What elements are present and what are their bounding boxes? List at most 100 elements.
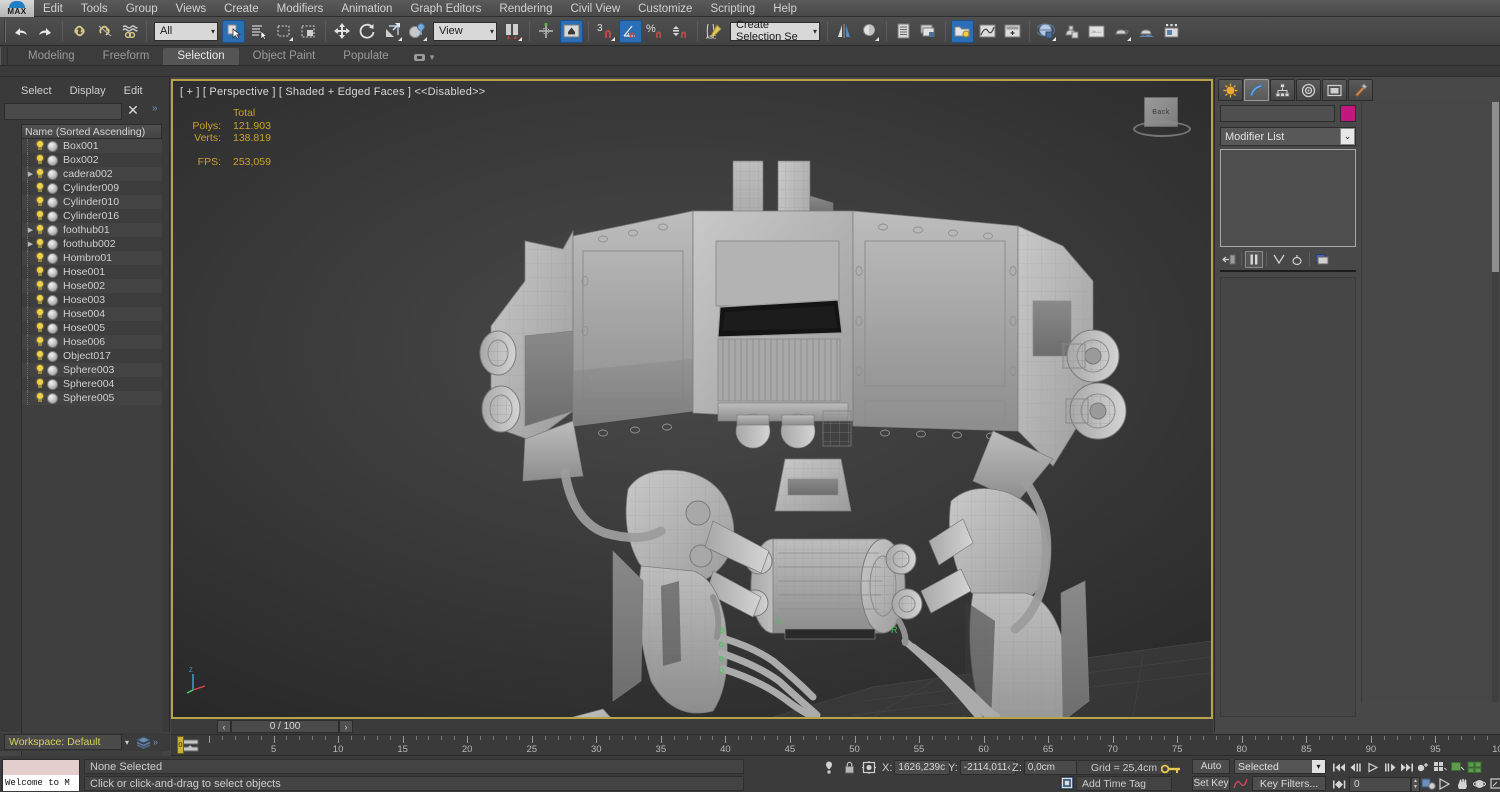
- isolate-selection-icon[interactable]: [822, 761, 836, 774]
- track-bar-ruler[interactable]: 5 10 15 20 25 30 35 40 45 50 55 60 65 70 75 80 85 90 95 100: [209, 735, 1500, 757]
- key-mode-toggle-icon[interactable]: [1415, 759, 1432, 775]
- previous-frame-icon[interactable]: [1347, 759, 1364, 775]
- mirror-icon[interactable]: [833, 20, 856, 43]
- lightbulb-icon[interactable]: [35, 182, 45, 194]
- menu-item-create[interactable]: Create: [215, 0, 268, 17]
- ribbon-tab-populate[interactable]: Populate: [329, 48, 402, 65]
- material-editor-icon[interactable]: [1035, 20, 1058, 43]
- current-frame-field[interactable]: 0: [1349, 776, 1411, 792]
- command-panel-rollout-area[interactable]: [1220, 277, 1356, 717]
- hierarchy-tab[interactable]: [1270, 79, 1295, 101]
- time-configuration-icon[interactable]: [1432, 759, 1449, 775]
- menu-item-help[interactable]: Help: [764, 0, 806, 17]
- display-tab[interactable]: [1322, 79, 1347, 101]
- chevron-down-icon-modifier[interactable]: ⌄: [1340, 128, 1355, 145]
- time-slider-frame-display[interactable]: 0 / 100: [231, 720, 339, 733]
- frame-spinner[interactable]: ▲ ▼: [1411, 776, 1420, 792]
- list-item[interactable]: Hose002: [22, 279, 162, 293]
- view-cube-compass-ring[interactable]: [1133, 121, 1191, 137]
- menu-item-civil-view[interactable]: Civil View: [561, 0, 629, 17]
- modifier-list-dropdown[interactable]: Modifier List ⌄: [1220, 127, 1356, 146]
- menu-item-customize[interactable]: Customize: [629, 0, 701, 17]
- motion-tab[interactable]: [1296, 79, 1321, 101]
- toggle-scene-explorer-icon[interactable]: [951, 19, 974, 43]
- select-and-scale-icon[interactable]: [381, 20, 404, 43]
- pan-hand-icon[interactable]: [1454, 776, 1471, 792]
- make-unique-icon[interactable]: [1270, 251, 1288, 268]
- named-selection-sets-dropdown[interactable]: Create Selection Se ▾: [730, 19, 820, 43]
- explorer-node-list[interactable]: Box001 Box002 ▶ cadera002 Cylinder009 Cylinde…: [21, 139, 162, 779]
- selection-filter-dropdown[interactable]: All ▾: [154, 21, 218, 41]
- perspective-viewport[interactable]: L R oo oo [ + ] [ Perspective ] [ Shaded…: [173, 81, 1211, 717]
- use-pivot-point-center-icon[interactable]: [501, 20, 524, 43]
- select-object-icon[interactable]: [222, 19, 245, 43]
- spinner-snap-toggle-icon[interactable]: [669, 20, 692, 43]
- list-item[interactable]: Cylinder010: [22, 195, 162, 209]
- object-color-swatch[interactable]: [1340, 105, 1356, 122]
- key-filter-dropdown[interactable]: Selected ▾: [1234, 759, 1326, 774]
- command-panel-scrollbar-thumb[interactable]: [1492, 102, 1499, 272]
- edit-named-selection-sets-icon[interactable]: ABC: [703, 20, 726, 43]
- list-item[interactable]: Box001: [22, 139, 162, 153]
- ribbon-options-button[interactable]: ▾: [403, 52, 434, 65]
- ribbon-tab-selection[interactable]: Selection: [163, 48, 239, 65]
- lightbulb-icon[interactable]: [35, 364, 45, 376]
- lightbulb-icon[interactable]: [35, 224, 45, 236]
- lightbulb-icon[interactable]: [35, 308, 45, 320]
- lightbulb-icon[interactable]: [35, 168, 45, 180]
- rendered-frame-window-icon[interactable]: [1085, 20, 1108, 43]
- menu-item-modifiers[interactable]: Modifiers: [268, 0, 333, 17]
- pan-view-arrow-icon[interactable]: [1437, 776, 1454, 792]
- modifier-stack-list[interactable]: [1220, 149, 1356, 247]
- time-slider-next-button[interactable]: ›: [339, 720, 353, 733]
- select-and-place-icon[interactable]: [406, 20, 429, 43]
- scene-explorer-icon[interactable]: [917, 20, 940, 43]
- pin-stack-icon[interactable]: [1220, 251, 1238, 268]
- menu-item-tools[interactable]: Tools: [72, 0, 117, 17]
- list-item[interactable]: Cylinder009: [22, 181, 162, 195]
- menu-item-rendering[interactable]: Rendering: [490, 0, 561, 17]
- go-to-end-icon[interactable]: [1398, 759, 1415, 775]
- ribbon-tab-object-paint[interactable]: Object Paint: [239, 48, 330, 65]
- next-frame-icon[interactable]: [1381, 759, 1398, 775]
- absolute-relative-transform-icon[interactable]: [862, 761, 876, 774]
- go-to-start-icon[interactable]: [1330, 759, 1347, 775]
- ribbon-tab-freeform[interactable]: Freeform: [89, 48, 164, 65]
- set-key-mode-icon[interactable]: [1160, 759, 1182, 779]
- explorer-menu-select[interactable]: Select: [12, 83, 61, 101]
- add-time-tag[interactable]: Add Time Tag: [1076, 776, 1172, 791]
- list-item[interactable]: Cylinder016: [22, 209, 162, 223]
- lightbulb-icon[interactable]: [35, 238, 45, 250]
- align-icon[interactable]: [858, 20, 881, 43]
- list-item[interactable]: Box002: [22, 153, 162, 167]
- menu-item-views[interactable]: Views: [167, 0, 215, 17]
- view-cube[interactable]: Back: [1131, 97, 1193, 143]
- zoom-extents-all-icon[interactable]: [1466, 759, 1483, 775]
- curve-editor-icon[interactable]: [976, 20, 999, 43]
- ribbon-tab-modeling[interactable]: Modeling: [14, 48, 89, 65]
- lightbulb-icon[interactable]: [35, 378, 45, 390]
- create-tab[interactable]: [1218, 79, 1243, 101]
- list-item[interactable]: Hose001: [22, 265, 162, 279]
- utilities-tab[interactable]: [1348, 79, 1373, 101]
- select-and-rotate-icon[interactable]: [356, 20, 379, 43]
- use-selection-center-icon[interactable]: [535, 20, 558, 43]
- lightbulb-icon[interactable]: [35, 140, 45, 152]
- lightbulb-icon[interactable]: [35, 294, 45, 306]
- bind-to-space-warp-icon[interactable]: [118, 20, 141, 43]
- ribbon-grip[interactable]: [0, 47, 8, 65]
- z-coordinate-field[interactable]: 0,0cm: [1023, 760, 1080, 775]
- set-key-button[interactable]: Set Key: [1192, 776, 1230, 791]
- explorer-search-input[interactable]: [4, 103, 122, 120]
- list-item[interactable]: Sphere003: [22, 363, 162, 377]
- max-logo-button[interactable]: MAX: [0, 0, 34, 17]
- select-and-link-icon[interactable]: [68, 20, 91, 43]
- lightbulb-icon[interactable]: [35, 252, 45, 264]
- explorer-menu-edit[interactable]: Edit: [115, 83, 152, 101]
- schematic-view-icon[interactable]: [1001, 20, 1024, 43]
- time-slider-prev-button[interactable]: ‹: [217, 720, 231, 733]
- render-setup-icon[interactable]: [1060, 20, 1083, 43]
- open-autodesk-a360-gallery-icon[interactable]: [1160, 20, 1183, 43]
- use-transform-coordinate-center-icon[interactable]: [560, 19, 583, 43]
- menu-item-animation[interactable]: Animation: [332, 0, 401, 17]
